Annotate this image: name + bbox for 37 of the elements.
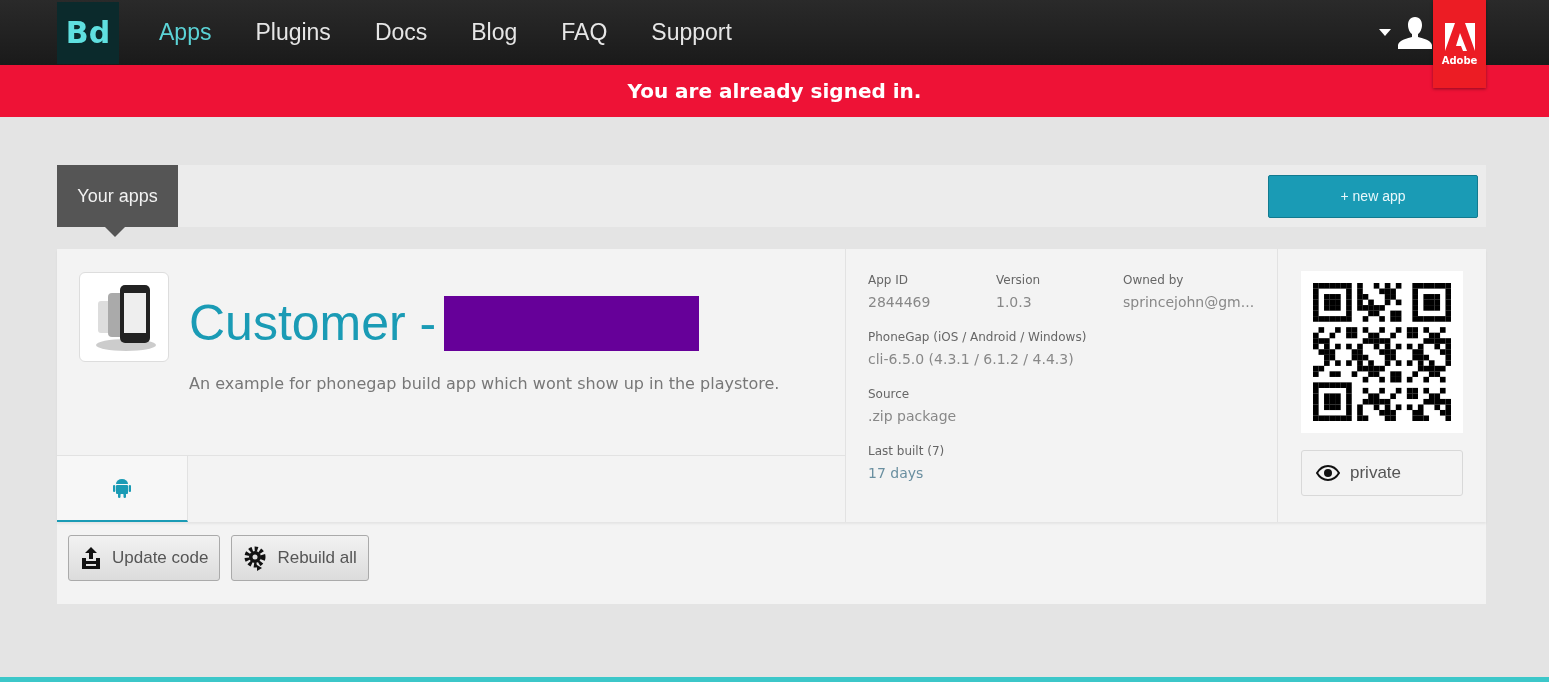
nav-link[interactable]: Docs xyxy=(374,19,428,46)
app-title: Customer - xyxy=(189,294,437,352)
detail-label: Version xyxy=(996,273,1042,287)
nav-link[interactable]: FAQ xyxy=(561,19,608,46)
eye-icon xyxy=(1316,465,1340,481)
adobe-logo-icon xyxy=(1444,22,1475,51)
app-description: An example for phonegap build app which wont show up in the playstore. xyxy=(189,374,780,393)
your-apps-tab[interactable]: Your apps xyxy=(57,165,178,227)
nav-link[interactable]: Plugins xyxy=(255,19,331,46)
detail-value: 17 days xyxy=(868,465,925,481)
detail-label: Owned by xyxy=(1123,273,1185,287)
platform-tab[interactable] xyxy=(57,456,188,522)
upload-icon xyxy=(80,546,102,570)
nav-link[interactable]: Support xyxy=(651,19,732,46)
detail-label: Source xyxy=(868,387,911,401)
logo[interactable]: Bd xyxy=(57,1,119,64)
detail-value: 1.0.3 xyxy=(996,294,1033,310)
detail-value: .zip package xyxy=(868,408,958,424)
detail-value: cli-6.5.0 (4.3.1 / 6.1.2 / 4.4.3) xyxy=(868,351,1075,367)
detail-label: App ID xyxy=(868,273,910,287)
gear-icon xyxy=(243,545,268,571)
nav-link[interactable]: Blog xyxy=(471,19,518,46)
action-button[interactable]: Update code xyxy=(68,535,221,581)
detail-value: 2844469 xyxy=(868,294,932,310)
adobe-label: Adobe xyxy=(1441,54,1478,66)
action-button[interactable]: Rebuild all xyxy=(231,535,369,581)
caret-icon[interactable] xyxy=(1379,28,1391,37)
android-icon xyxy=(113,477,131,499)
app-icon xyxy=(79,272,169,362)
signed-in-banner: You are already signed in. xyxy=(0,65,1549,117)
detail-label: Last built (7) xyxy=(868,444,946,458)
user-icon[interactable] xyxy=(1397,15,1433,50)
detail-value: sprincejohn@gm... xyxy=(1123,294,1256,310)
nav-link[interactable]: Apps xyxy=(159,19,212,46)
adobe-badge[interactable]: Adobe xyxy=(1433,0,1486,88)
detail-label: PhoneGap (iOS / Android / Windows) xyxy=(868,330,1088,344)
privacy-button[interactable]: private xyxy=(1301,450,1463,496)
